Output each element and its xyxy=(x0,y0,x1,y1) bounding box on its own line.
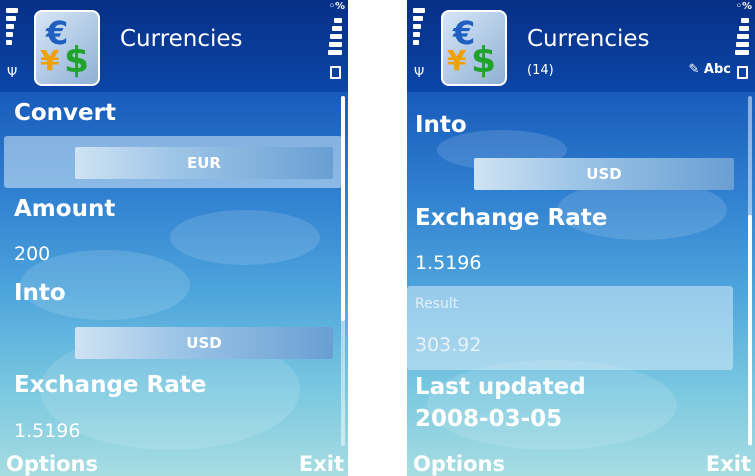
result-field[interactable]: 303.92 xyxy=(415,334,481,356)
scrollbar-thumb[interactable] xyxy=(341,96,345,321)
phone-screen-right: Ψ € ¥ $ Currencies (14) ✎ Abc ◦% Into USD … xyxy=(407,0,755,476)
scrollbar-thumb[interactable] xyxy=(748,215,752,445)
phone-screen-left: Ψ € ¥ $ Currencies ◦% Convert EUR Amount 2… xyxy=(0,0,348,476)
antenna-icon: Ψ xyxy=(7,66,18,81)
background-bubble xyxy=(170,210,320,265)
exchange-rate-field[interactable]: 1.5196 xyxy=(14,420,80,442)
status-pane: Ψ € ¥ $ Currencies ◦% xyxy=(0,0,348,92)
pen-input-icon: ✎ xyxy=(688,62,700,77)
signal-strength-icon xyxy=(6,8,18,48)
app-title: Currencies xyxy=(527,26,650,52)
convert-currency-select[interactable]: EUR xyxy=(75,147,333,179)
exit-softkey[interactable]: Exit xyxy=(706,452,751,476)
into-currency-select[interactable]: USD xyxy=(75,327,333,359)
app-title: Currencies xyxy=(120,26,243,52)
into-label: Into xyxy=(14,280,66,306)
convert-label: Convert xyxy=(14,100,116,126)
into-label: Into xyxy=(415,112,467,138)
softkey-bar: Options Exit xyxy=(407,448,755,476)
input-mode-indicator: ✎ Abc xyxy=(688,62,731,77)
exchange-rate-label: Exchange Rate xyxy=(415,205,608,231)
options-softkey[interactable]: Options xyxy=(413,452,505,476)
currency-app-icon: € ¥ $ xyxy=(441,10,507,86)
input-mode-label: Abc xyxy=(703,62,731,77)
currency-app-icon: € ¥ $ xyxy=(34,10,100,86)
softkey-bar: Options Exit xyxy=(0,448,348,476)
result-label: Result xyxy=(415,296,459,312)
battery-level-icon xyxy=(328,8,342,58)
exit-softkey[interactable]: Exit xyxy=(299,452,344,476)
signal-strength-icon xyxy=(413,8,425,48)
amount-label: Amount xyxy=(14,196,116,222)
into-currency-value: USD xyxy=(186,334,222,352)
last-updated-label: Last updated xyxy=(415,374,586,400)
into-currency-value: USD xyxy=(586,165,622,183)
options-softkey[interactable]: Options xyxy=(6,452,98,476)
battery-level-icon xyxy=(735,8,749,58)
status-pane: Ψ € ¥ $ Currencies (14) ✎ Abc ◦% xyxy=(407,0,755,92)
antenna-icon: Ψ xyxy=(414,66,425,81)
convert-currency-value: EUR xyxy=(187,154,221,172)
last-updated-value: 2008-03-05 xyxy=(415,406,563,432)
battery-base-icon xyxy=(330,66,341,79)
exchange-rate-field[interactable]: 1.5196 xyxy=(415,252,481,274)
exchange-rate-label: Exchange Rate xyxy=(14,372,207,398)
item-count: (14) xyxy=(527,63,554,78)
amount-field[interactable]: 200 xyxy=(14,243,50,265)
into-currency-select[interactable]: USD xyxy=(474,158,734,190)
battery-base-icon xyxy=(737,66,748,79)
